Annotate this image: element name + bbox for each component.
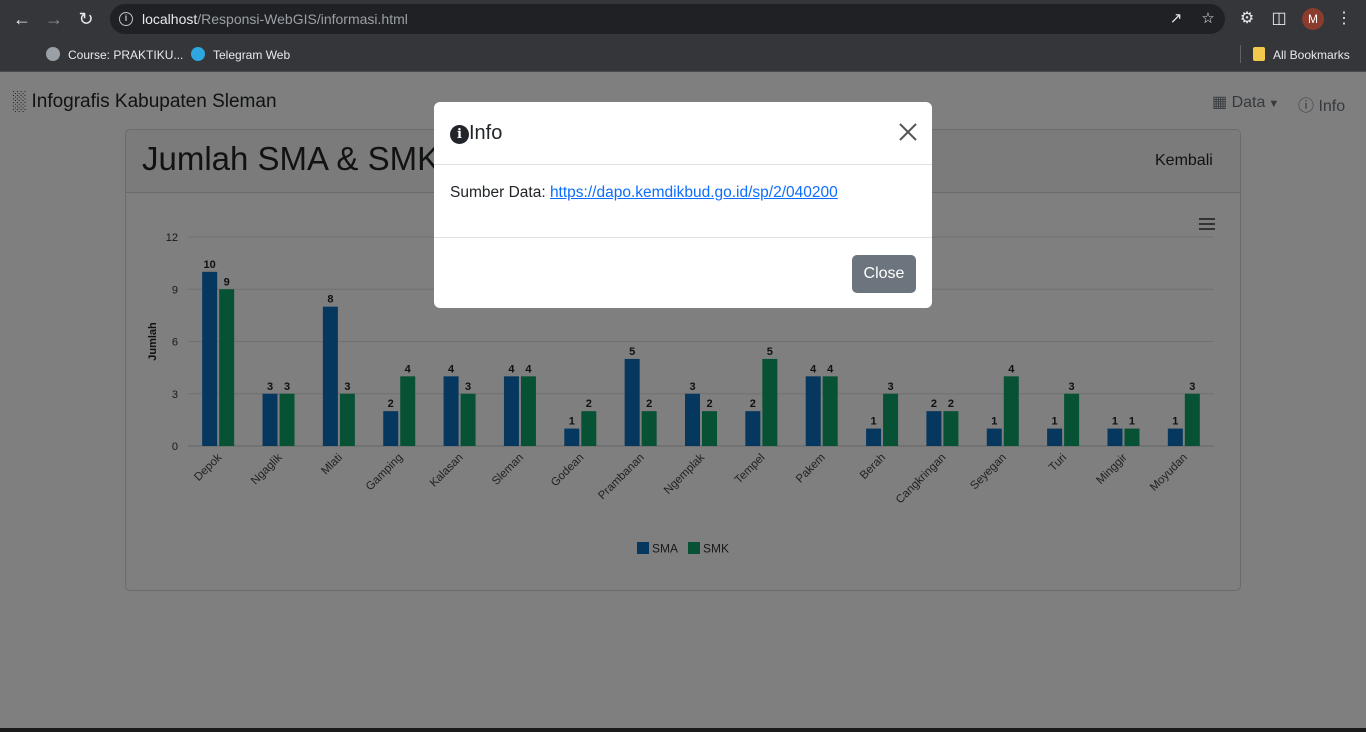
globe-icon: [46, 47, 60, 61]
forward-icon[interactable]: →: [44, 9, 64, 29]
star-icon[interactable]: ☆: [1200, 11, 1216, 27]
info-modal: i Info Sumber Data: https://dapo.kemdikbu…: [434, 102, 932, 308]
bookmark-label: Telegram Web: [213, 48, 291, 62]
share-icon[interactable]: ↗: [1168, 11, 1184, 27]
url-text[interactable]: localhost/Responsi-WebGIS/informasi.html: [142, 11, 408, 27]
close-icon[interactable]: [896, 120, 920, 144]
extensions-icon[interactable]: ⚙: [1237, 9, 1257, 29]
address-bar[interactable]: i localhost/Responsi-WebGIS/informasi.ht…: [110, 4, 1225, 34]
modal-title-text: Info: [469, 122, 503, 144]
bookmark-course[interactable]: Course: PRAKTIKU...: [46, 47, 183, 62]
taskbar-strip: [0, 728, 1366, 732]
url-path: /Responsi-WebGIS/informasi.html: [197, 11, 408, 27]
close-button[interactable]: Close: [852, 255, 916, 293]
all-bookmarks-label: All Bookmarks: [1273, 48, 1350, 62]
bookmark-label: Course: PRAKTIKU...: [68, 48, 184, 62]
info-circle-icon: i: [450, 125, 469, 144]
all-bookmarks[interactable]: All Bookmarks: [1253, 47, 1350, 62]
menu-kebab-icon[interactable]: ⋮: [1334, 9, 1354, 29]
bookmarks-bar: Course: PRAKTIKU... Telegram Web All Boo…: [0, 38, 1366, 72]
modal-title: i Info: [450, 122, 502, 145]
source-label: Sumber Data:: [450, 184, 550, 201]
bookmark-separator: [1240, 45, 1241, 63]
side-panel-icon[interactable]: ◫: [1269, 9, 1289, 29]
back-icon[interactable]: ←: [12, 9, 32, 29]
site-info-icon[interactable]: i: [119, 12, 133, 26]
telegram-icon: [191, 47, 205, 61]
modal-body: Sumber Data: https://dapo.kemdikbud.go.i…: [450, 184, 838, 202]
url-host: localhost: [142, 11, 198, 27]
source-link[interactable]: https://dapo.kemdikbud.go.id/sp/2/040200: [550, 184, 838, 201]
modal-header: i Info: [434, 102, 932, 165]
browser-toolbar: ← → ↻ i localhost/Responsi-WebGIS/inform…: [0, 0, 1366, 38]
profile-avatar[interactable]: M: [1302, 8, 1324, 30]
bookmark-telegram[interactable]: Telegram Web: [191, 47, 290, 62]
reload-icon[interactable]: ↻: [76, 9, 96, 29]
modal-footer: Close: [434, 237, 932, 308]
folder-icon: [1253, 47, 1265, 61]
